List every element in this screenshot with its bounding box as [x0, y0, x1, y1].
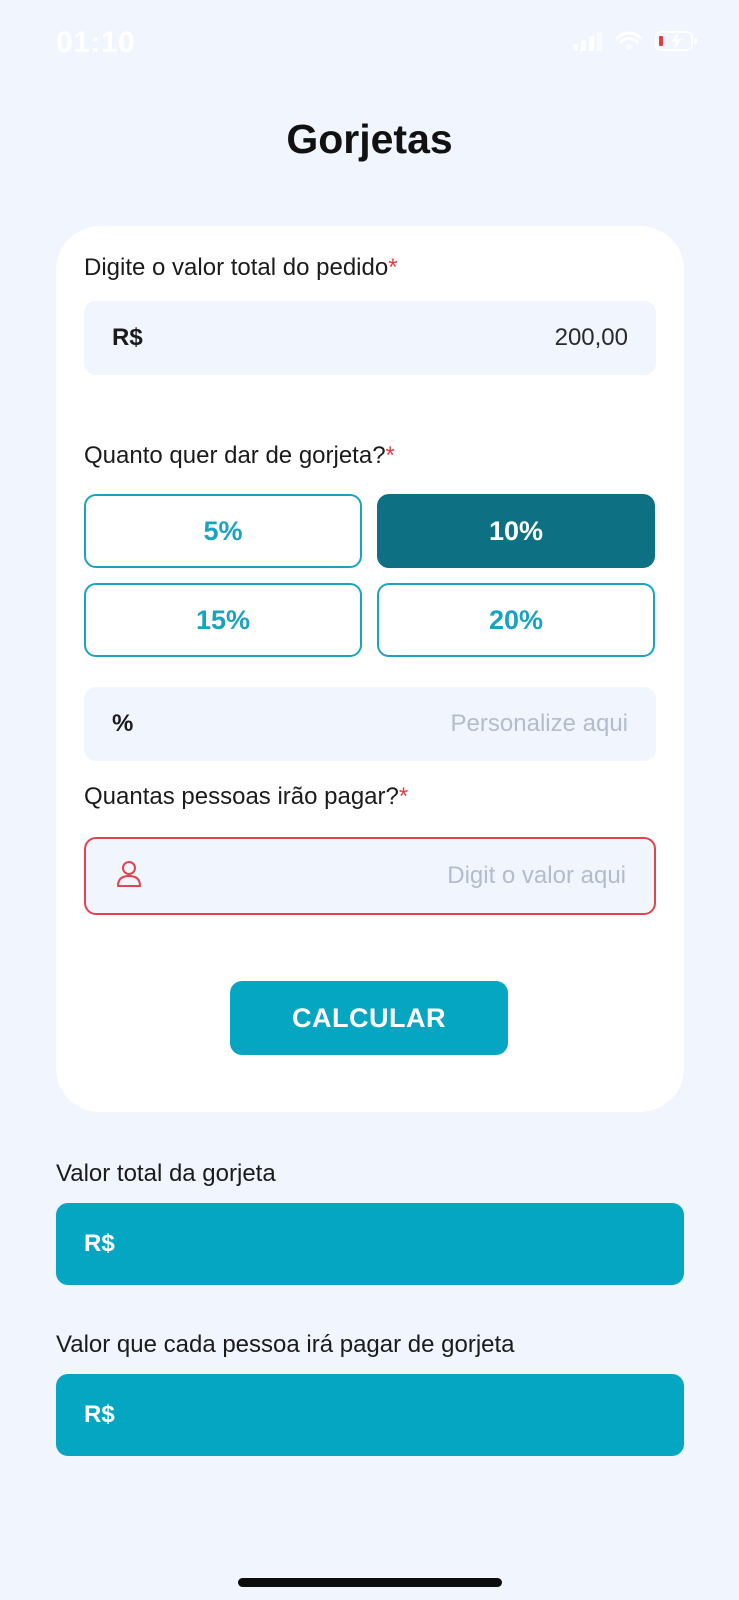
people-label: Quantas pessoas irão pagar?*: [84, 783, 408, 811]
page-title: Gorjetas: [286, 116, 453, 162]
people-label-text: Quantas pessoas irão pagar?: [84, 783, 399, 810]
order-total-value: 200,00: [554, 324, 628, 351]
percent-prefix: %: [112, 710, 134, 737]
signal-icon: [573, 31, 603, 51]
calculator-form-card: Digite o valor total do pedido* R$ 200,0…: [56, 226, 684, 1112]
people-placeholder: Digit o valor aqui: [447, 862, 626, 889]
per-person-tip-result: R$: [56, 1374, 684, 1456]
tip-option-20[interactable]: 20%: [377, 583, 655, 657]
order-total-input[interactable]: R$ 200,00: [84, 301, 656, 375]
people-count-input[interactable]: Digit o valor aqui: [84, 837, 656, 915]
status-time: 01:10: [56, 26, 136, 59]
tip-calculator-screen: 01:10 Gorjetas Digite o valor total do p…: [0, 0, 739, 1600]
order-total-label: Digite o valor total do pedido*: [84, 254, 398, 282]
tip-label-text: Quanto quer dar de gorjeta?: [84, 442, 386, 469]
calculate-button[interactable]: CALCULAR: [230, 981, 508, 1055]
home-indicator[interactable]: [238, 1578, 502, 1587]
total-tip-result: R$: [56, 1203, 684, 1285]
per-person-tip-label: Valor que cada pessoa irá pagar de gorje…: [56, 1331, 515, 1358]
custom-tip-input[interactable]: % Personalize aqui: [84, 687, 656, 761]
tip-option-5[interactable]: 5%: [84, 494, 362, 568]
required-mark: *: [385, 442, 395, 469]
currency-prefix: R$: [112, 324, 143, 351]
required-mark: *: [388, 254, 398, 281]
tip-option-10[interactable]: 10%: [377, 494, 655, 568]
status-icons: [573, 30, 699, 52]
tip-option-15[interactable]: 15%: [84, 583, 362, 657]
person-icon: [116, 860, 142, 893]
total-tip-currency: R$: [84, 1230, 115, 1257]
per-person-currency: R$: [84, 1401, 115, 1428]
required-mark: *: [398, 783, 409, 810]
total-tip-label: Valor total da gorjeta: [56, 1160, 276, 1187]
wifi-icon: [615, 31, 643, 51]
order-total-label-text: Digite o valor total do pedido: [84, 254, 389, 281]
custom-tip-placeholder: Personalize aqui: [450, 710, 628, 737]
battery-charging-icon: [655, 30, 699, 52]
tip-label: Quanto quer dar de gorjeta?*: [84, 442, 395, 470]
status-bar: 01:10: [0, 0, 739, 90]
